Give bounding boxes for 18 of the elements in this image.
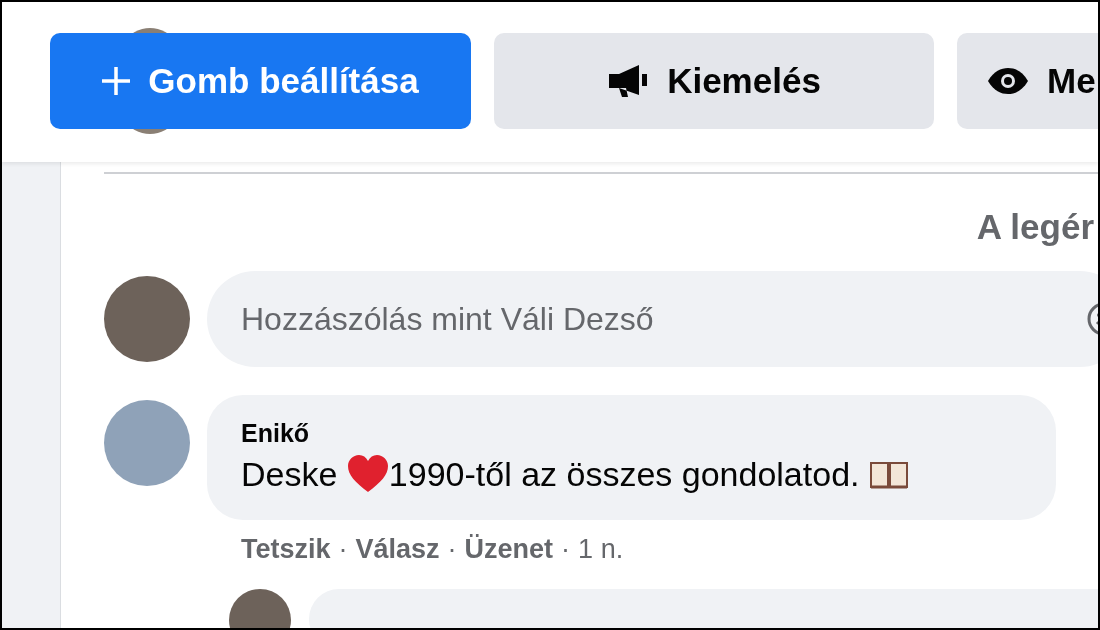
comment-action-link[interactable]: Üzenet <box>464 534 554 565</box>
separator-dot: · <box>338 534 348 565</box>
comment-action-link[interactable]: Válasz <box>355 534 440 565</box>
view-button[interactable]: Me <box>957 33 1098 129</box>
megaphone-icon <box>607 64 650 98</box>
comment-action-link[interactable]: Tetszik <box>241 534 331 565</box>
comment-input-field[interactable]: Hozzászólás mint Váli Dezső <box>207 271 1098 367</box>
book-icon <box>868 459 909 489</box>
comment-text: 1990-től az összes gondolatod. <box>388 454 861 494</box>
promote-button[interactable]: Kiemelés <box>494 33 934 129</box>
separator-dot: · <box>561 534 571 565</box>
sort-label[interactable]: A legér <box>976 207 1094 247</box>
heart-icon <box>346 454 389 494</box>
separator-dot: · <box>447 534 457 565</box>
comment-author[interactable]: Enikő <box>241 419 310 448</box>
eye-icon <box>987 67 1029 95</box>
comment-text: Deske <box>241 454 339 494</box>
comment-time[interactable]: 1 n. <box>578 534 624 565</box>
